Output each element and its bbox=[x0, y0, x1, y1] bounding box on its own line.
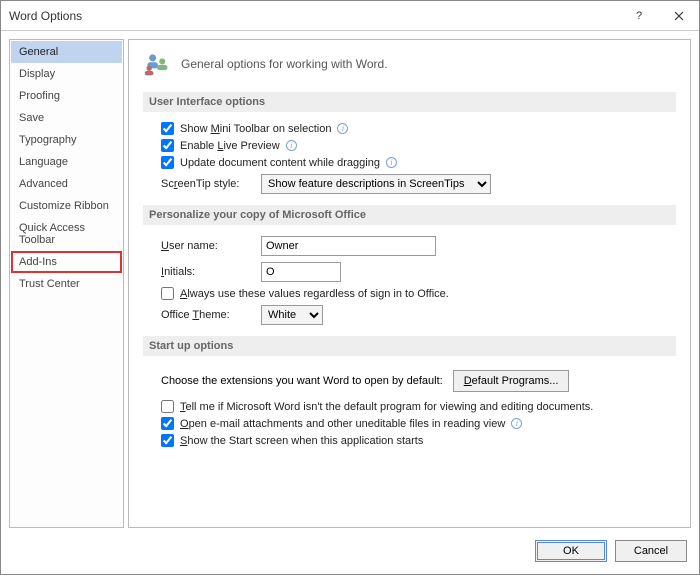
reading-row: Open e-mail attachments and other unedit… bbox=[143, 415, 676, 432]
live-preview-label: Enable Live Preview bbox=[180, 140, 280, 152]
drag-update-row: Update document content while dragging i bbox=[143, 154, 676, 171]
default-programs-row: Choose the extensions you want Word to o… bbox=[143, 364, 676, 398]
screentip-select[interactable]: Show feature descriptions in ScreenTips bbox=[261, 174, 491, 194]
titlebar: Word Options ? bbox=[1, 1, 699, 31]
theme-label: Office Theme: bbox=[161, 309, 251, 321]
theme-row: Office Theme: White bbox=[143, 302, 676, 328]
always-checkbox[interactable] bbox=[161, 287, 174, 300]
pane-header: General options for working with Word. bbox=[143, 50, 676, 78]
sidebar-item-advanced[interactable]: Advanced bbox=[11, 173, 122, 195]
default-programs-button[interactable]: Default Programs... bbox=[453, 370, 570, 392]
mini-toolbar-row: Show Mini Toolbar on selection i bbox=[143, 120, 676, 137]
info-icon[interactable]: i bbox=[511, 418, 522, 429]
sidebar-item-display[interactable]: Display bbox=[11, 63, 122, 85]
start-screen-checkbox[interactable] bbox=[161, 434, 174, 447]
drag-update-label: Update document content while dragging bbox=[180, 157, 380, 169]
sidebar-item-save[interactable]: Save bbox=[11, 107, 122, 129]
reading-checkbox[interactable] bbox=[161, 417, 174, 430]
pane-header-text: General options for working with Word. bbox=[181, 57, 388, 71]
live-preview-row: Enable Live Preview i bbox=[143, 137, 676, 154]
always-label: Always use these values regardless of si… bbox=[180, 288, 449, 300]
screentip-row: ScreenTip style: Show feature descriptio… bbox=[143, 171, 676, 197]
section-ui-title: User Interface options bbox=[143, 92, 676, 112]
reading-label: Open e-mail attachments and other unedit… bbox=[180, 418, 505, 430]
choose-text: Choose the extensions you want Word to o… bbox=[161, 375, 443, 387]
default-check-label: Tell me if Microsoft Word isn't the defa… bbox=[180, 401, 593, 413]
username-label: User name: bbox=[161, 240, 251, 252]
info-icon[interactable]: i bbox=[286, 140, 297, 151]
sidebar-item-trust-center[interactable]: Trust Center bbox=[11, 273, 122, 295]
always-row: Always use these values regardless of si… bbox=[143, 285, 676, 302]
start-screen-label: Show the Start screen when this applicat… bbox=[180, 435, 423, 447]
category-sidebar: GeneralDisplayProofingSaveTypographyLang… bbox=[9, 39, 124, 528]
sidebar-item-language[interactable]: Language bbox=[11, 151, 122, 173]
section-startup-title: Start up options bbox=[143, 336, 676, 356]
default-check-checkbox[interactable] bbox=[161, 400, 174, 413]
screentip-label: ScreenTip style: bbox=[161, 178, 251, 190]
mini-toolbar-checkbox[interactable] bbox=[161, 122, 174, 135]
initials-input[interactable] bbox=[261, 262, 341, 282]
dialog-footer: OK Cancel bbox=[1, 528, 699, 574]
sidebar-item-general[interactable]: General bbox=[11, 41, 122, 63]
username-row: User name: bbox=[143, 233, 676, 259]
default-check-row: Tell me if Microsoft Word isn't the defa… bbox=[143, 398, 676, 415]
close-icon bbox=[674, 11, 684, 21]
ok-button[interactable]: OK bbox=[535, 540, 607, 562]
dialog-title: Word Options bbox=[9, 9, 619, 23]
sidebar-item-typography[interactable]: Typography bbox=[11, 129, 122, 151]
drag-update-checkbox[interactable] bbox=[161, 156, 174, 169]
mini-toolbar-label: Show Mini Toolbar on selection bbox=[180, 123, 331, 135]
sidebar-item-add-ins[interactable]: Add-Ins bbox=[11, 251, 122, 273]
sidebar-item-customize-ribbon[interactable]: Customize Ribbon bbox=[11, 195, 122, 217]
dialog-body: GeneralDisplayProofingSaveTypographyLang… bbox=[1, 31, 699, 528]
sidebar-item-quick-access-toolbar[interactable]: Quick Access Toolbar bbox=[11, 217, 122, 251]
username-input[interactable] bbox=[261, 236, 436, 256]
help-button[interactable]: ? bbox=[619, 1, 659, 30]
initials-row: Initials: bbox=[143, 259, 676, 285]
word-options-dialog: Word Options ? GeneralDisplayProofingSav… bbox=[0, 0, 700, 575]
theme-select[interactable]: White bbox=[261, 305, 323, 325]
info-icon[interactable]: i bbox=[337, 123, 348, 134]
initials-label: Initials: bbox=[161, 266, 251, 278]
cancel-button[interactable]: Cancel bbox=[615, 540, 687, 562]
info-icon[interactable]: i bbox=[386, 157, 397, 168]
options-pane: General options for working with Word. U… bbox=[128, 39, 691, 528]
close-button[interactable] bbox=[659, 1, 699, 30]
start-screen-row: Show the Start screen when this applicat… bbox=[143, 432, 676, 449]
general-icon bbox=[143, 50, 171, 78]
sidebar-item-proofing[interactable]: Proofing bbox=[11, 85, 122, 107]
live-preview-checkbox[interactable] bbox=[161, 139, 174, 152]
section-personalize-title: Personalize your copy of Microsoft Offic… bbox=[143, 205, 676, 225]
